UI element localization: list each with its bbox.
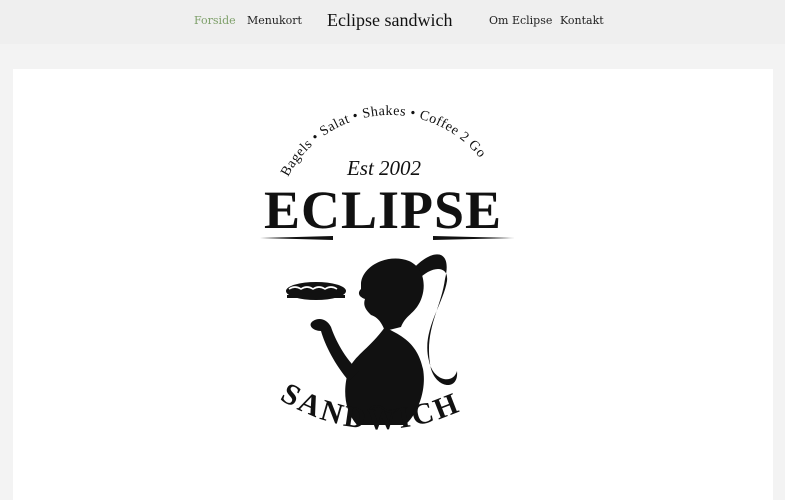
top-navigation-bar: Forside Menukort Eclipse sandwich Om Ecl…: [0, 0, 785, 44]
site-brand-title[interactable]: Eclipse sandwich: [327, 10, 452, 31]
nav-kontakt[interactable]: Kontakt: [560, 14, 604, 27]
nav-om-eclipse[interactable]: Om Eclipse: [489, 14, 552, 27]
nav-forside[interactable]: Forside: [194, 14, 236, 27]
nav-menukort[interactable]: Menukort: [247, 14, 302, 27]
sandwich-icon: [286, 282, 346, 300]
eclipse-sandwich-logo: Bagels • Salat • Shakes • Coffee 2 Go Es…: [260, 104, 515, 436]
hero-logo-card: Bagels • Salat • Shakes • Coffee 2 Go Es…: [13, 69, 773, 500]
logo-est-text: Est 2002: [346, 156, 422, 180]
logo-title: ECLIPSE: [264, 180, 502, 240]
